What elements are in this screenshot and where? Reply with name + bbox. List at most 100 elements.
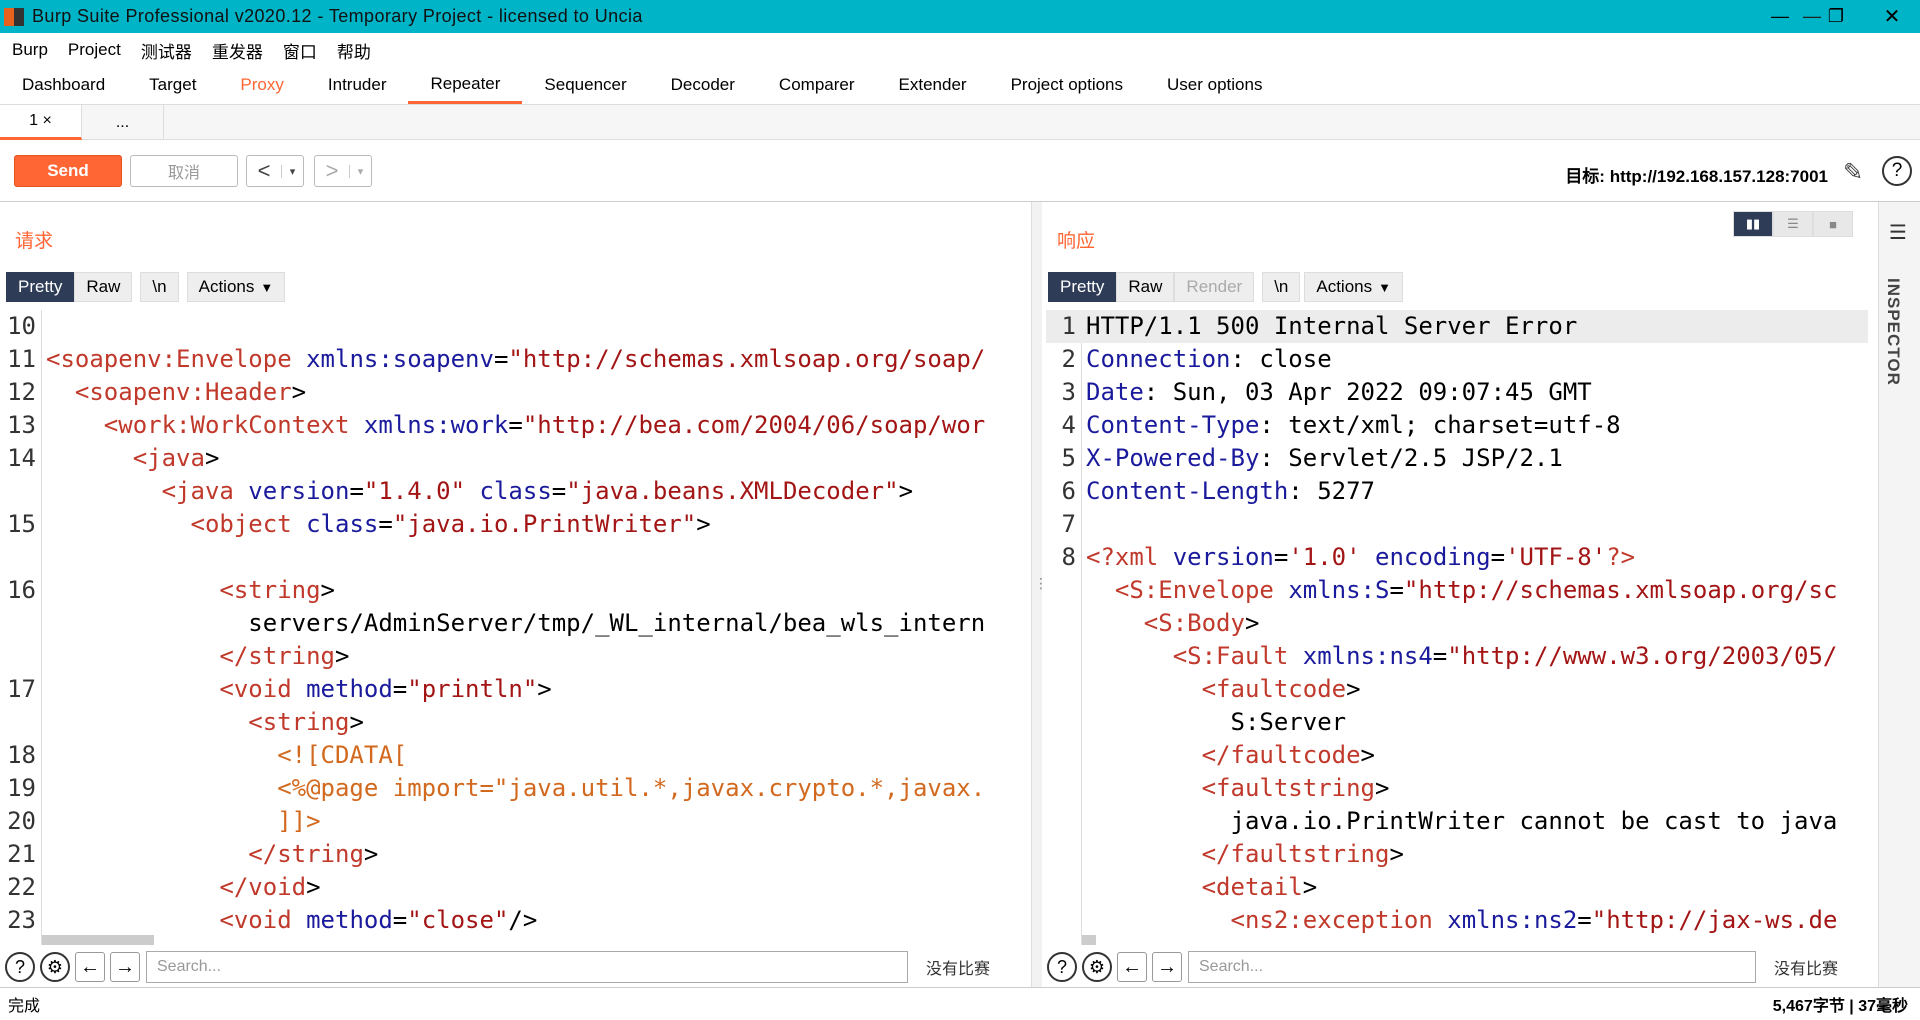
tab-extender[interactable]: Extender bbox=[877, 66, 989, 104]
arrow-left-icon[interactable]: ← bbox=[75, 952, 105, 982]
dropdown-icon[interactable]: ▾ bbox=[281, 164, 303, 178]
request-actions-menu[interactable]: Actions ▼ bbox=[186, 272, 286, 302]
response-actions-menu[interactable]: Actions ▼ bbox=[1304, 272, 1403, 302]
menu-repeater[interactable]: 重发器 bbox=[212, 38, 263, 63]
response-newline-toggle[interactable]: \n bbox=[1262, 272, 1301, 302]
tab-project-options[interactable]: Project options bbox=[989, 66, 1145, 104]
tab-repeater[interactable]: Repeater bbox=[408, 66, 523, 104]
repeater-tab-new[interactable]: ... bbox=[82, 105, 164, 140]
burp-logo-icon bbox=[4, 6, 26, 28]
menu-help[interactable]: 帮助 bbox=[337, 38, 371, 63]
line-number: 12 bbox=[7, 378, 36, 406]
previous-request-button[interactable]: < ▾ bbox=[246, 155, 304, 187]
inspector-label[interactable]: INSPECTOR bbox=[1883, 278, 1903, 386]
help-icon[interactable]: ? bbox=[1882, 156, 1912, 186]
code-text: <java> bbox=[132, 444, 220, 472]
menu-window[interactable]: 窗口 bbox=[283, 38, 317, 63]
code-text: <soapenv:Header> bbox=[74, 378, 307, 406]
maximize-button[interactable]: ❐ bbox=[1808, 0, 1864, 33]
request-match-count: 没有比赛 bbox=[926, 961, 991, 978]
inspector-menu-icon[interactable]: ☰ bbox=[1889, 220, 1907, 245]
cancel-button[interactable]: 取消 bbox=[130, 155, 238, 187]
response-tab-raw[interactable]: Raw bbox=[1116, 272, 1175, 302]
code-text: X-Powered-By: Servlet/2.5 JSP/2.1 bbox=[1086, 444, 1563, 472]
code-text: </void> bbox=[219, 873, 321, 901]
minimize-button-control[interactable]: — bbox=[1752, 0, 1808, 33]
response-actions-label: Actions bbox=[1316, 277, 1373, 296]
tab-user-options[interactable]: User options bbox=[1145, 66, 1284, 104]
response-search-input[interactable]: Search... bbox=[1188, 951, 1756, 983]
request-horizontal-scrollbar[interactable] bbox=[42, 935, 154, 945]
code-text: <work:WorkContext xmlns:work="http://bea… bbox=[103, 411, 986, 439]
line-number: 20 bbox=[7, 807, 36, 835]
code-line: 3 Date: Sun, 03 Apr 2022 09:07:45 GMT bbox=[1046, 376, 1868, 409]
layout-side-by-side-icon[interactable]: ▮▮ bbox=[1733, 211, 1773, 237]
code-line: </string> bbox=[6, 640, 1021, 673]
code-line: </faultstring> bbox=[1046, 838, 1868, 871]
repeater-tab-1[interactable]: 1 × bbox=[0, 105, 82, 140]
line-number: 16 bbox=[7, 576, 36, 604]
code-text: servers/AdminServer/tmp/_WL_internal/bea… bbox=[46, 609, 986, 637]
help-icon[interactable]: ? bbox=[1047, 952, 1077, 982]
request-tab-raw[interactable]: Raw bbox=[74, 272, 133, 302]
tab-intruder[interactable]: Intruder bbox=[306, 66, 409, 104]
response-tab-render[interactable]: Render bbox=[1174, 272, 1255, 302]
request-newline-toggle[interactable]: \n bbox=[140, 272, 179, 302]
code-text: S:Server bbox=[1086, 708, 1347, 736]
send-button[interactable]: Send bbox=[14, 155, 122, 187]
layout-toggle: ▮▮ ☰ ■ bbox=[1733, 211, 1853, 237]
line-number: 17 bbox=[7, 675, 36, 703]
code-line: 17 <void method="println"> bbox=[6, 673, 1021, 706]
response-match-count: 没有比赛 bbox=[1774, 961, 1839, 978]
minimize-control-icon: — bbox=[1771, 6, 1789, 26]
tab-sequencer[interactable]: Sequencer bbox=[522, 66, 648, 104]
request-editor[interactable]: 10 11 <soapenv:Envelope xmlns:soapenv="htt… bbox=[6, 310, 1021, 945]
arrow-right-icon[interactable]: → bbox=[1152, 952, 1182, 982]
request-actions-label: Actions bbox=[198, 277, 255, 296]
tab-dashboard[interactable]: Dashboard bbox=[0, 66, 127, 104]
panel-divider[interactable]: ⋮ bbox=[1032, 202, 1048, 987]
chevron-left-icon: < bbox=[257, 158, 271, 183]
layout-stacked-icon[interactable]: ☰ bbox=[1773, 211, 1813, 237]
tab-decoder[interactable]: Decoder bbox=[649, 66, 757, 104]
request-search-input[interactable]: Search... bbox=[146, 951, 908, 983]
response-code-lines: 1 HTTP/1.1 500 Internal Server Error 2 Conn… bbox=[1046, 310, 1868, 937]
code-text: HTTP/1.1 500 Internal Server Error bbox=[1086, 312, 1578, 340]
tab-target[interactable]: Target bbox=[127, 66, 218, 104]
code-line: 6 Content-Length: 5277 bbox=[1046, 475, 1868, 508]
next-request-button[interactable]: > ▾ bbox=[314, 155, 372, 187]
help-icon[interactable]: ? bbox=[5, 952, 35, 982]
code-line: 10 bbox=[6, 310, 1021, 343]
response-tab-pretty[interactable]: Pretty bbox=[1048, 272, 1117, 302]
code-text: <%@page import="java.util.*,javax.crypto… bbox=[277, 774, 986, 802]
menu-project[interactable]: Project bbox=[68, 40, 121, 60]
code-line: <string> bbox=[6, 706, 1021, 739]
repeater-toolbar: Send 取消 < ▾ > ▾ 目标: http://192.168.157.1… bbox=[0, 140, 1920, 202]
gear-icon[interactable]: ⚙ bbox=[40, 952, 70, 982]
line-number: 23 bbox=[7, 906, 36, 934]
line-number: 2 bbox=[1061, 345, 1076, 373]
layout-tabs-icon[interactable]: ■ bbox=[1813, 211, 1853, 237]
response-editor[interactable]: 1 HTTP/1.1 500 Internal Server Error 2 Conn… bbox=[1046, 310, 1868, 945]
response-horizontal-scrollbar[interactable] bbox=[1082, 935, 1096, 945]
request-tab-pretty[interactable]: Pretty bbox=[6, 272, 75, 302]
code-line: <faultstring> bbox=[1046, 772, 1868, 805]
menu-bar: Burp Project 测试器 重发器 窗口 帮助 bbox=[0, 33, 1920, 67]
code-text: <?xml version='1.0' encoding='UTF-8'?> bbox=[1086, 543, 1636, 571]
edit-target-icon[interactable]: ✎ bbox=[1843, 158, 1871, 186]
tab-proxy[interactable]: Proxy bbox=[218, 66, 305, 104]
dropdown-icon[interactable]: ▾ bbox=[349, 164, 371, 178]
code-text: Content-Length: 5277 bbox=[1086, 477, 1375, 505]
close-button[interactable]: ✕ bbox=[1864, 0, 1920, 33]
line-number: 4 bbox=[1061, 411, 1076, 439]
gear-icon[interactable]: ⚙ bbox=[1082, 952, 1112, 982]
response-stats: 5,467字节 | 37毫秒 bbox=[1772, 998, 1908, 1015]
menu-burp[interactable]: Burp bbox=[12, 40, 48, 60]
arrow-right-icon[interactable]: → bbox=[110, 952, 140, 982]
code-line: 7 bbox=[1046, 508, 1868, 541]
code-text: </string> bbox=[248, 840, 379, 868]
menu-intruder[interactable]: 测试器 bbox=[141, 38, 192, 63]
arrow-left-icon[interactable]: ← bbox=[1117, 952, 1147, 982]
tab-comparer[interactable]: Comparer bbox=[757, 66, 877, 104]
inspector-sidebar[interactable]: ☰ INSPECTOR bbox=[1878, 202, 1920, 987]
